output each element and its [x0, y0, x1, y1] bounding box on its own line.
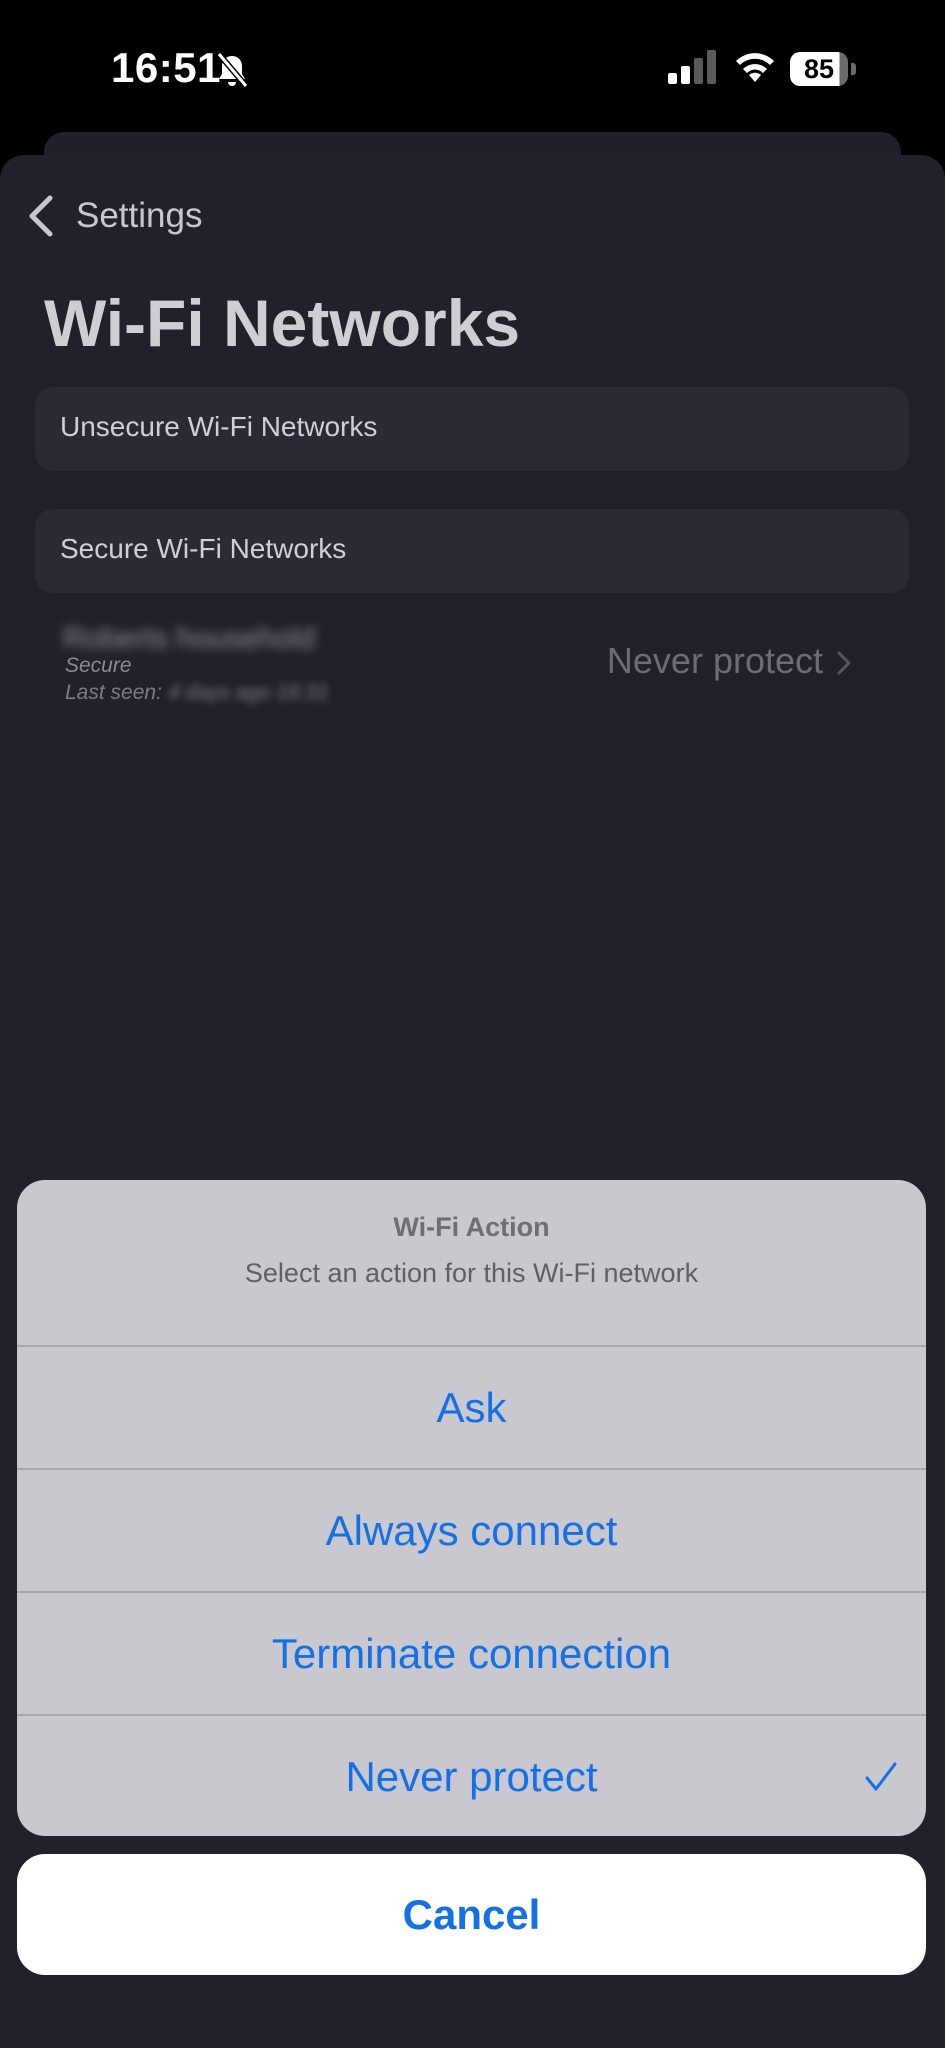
unsecure-networks-label: Unsecure Wi-Fi Networks [60, 411, 378, 442]
action-sheet-title: Wi-Fi Action [393, 1212, 550, 1242]
network-last-seen: Last seen: 4 days ago 16:31 [65, 681, 329, 705]
bell-slash-icon [216, 52, 249, 88]
battery-nub [851, 63, 856, 75]
network-action-value: Never protect [606, 640, 823, 681]
last-seen-label: Last seen: [65, 681, 162, 704]
cancel-button[interactable]: Cancel [17, 1854, 926, 1975]
wifi-icon [736, 53, 774, 82]
status-bar: 16:51 85 [0, 0, 945, 130]
page-title: Wi-Fi Networks [44, 286, 521, 360]
unsecure-networks-section[interactable]: Unsecure Wi-Fi Networks [35, 387, 909, 471]
signal-icon [668, 50, 716, 84]
secure-networks-label: Secure Wi-Fi Networks [60, 533, 347, 564]
action-sheet: Wi-Fi Action Select an action for this W… [17, 1180, 926, 1836]
checkmark-icon [865, 1762, 897, 1791]
action-sheet-header: Wi-Fi Action Select an action for this W… [17, 1180, 926, 1345]
back-button[interactable]: Settings [24, 188, 202, 244]
status-time: 16:51 [111, 44, 221, 91]
last-seen-value: 4 days ago 16:31 [167, 681, 329, 704]
network-status: Secure [65, 654, 132, 677]
secure-networks-section[interactable]: Secure Wi-Fi Networks [35, 509, 909, 593]
battery-level: 85 [790, 52, 848, 86]
chevron-right-icon [837, 651, 851, 675]
battery-icon: 85 [790, 52, 856, 86]
option-never-protect[interactable]: Never protect [17, 1716, 926, 1836]
option-terminate-connection[interactable]: Terminate connection [17, 1593, 926, 1714]
network-name: Roberts household [63, 622, 315, 655]
network-row[interactable]: Roberts household Secure Last seen: 4 da… [35, 610, 909, 715]
action-sheet-subtitle: Select an action for this Wi-Fi network [244, 1258, 699, 1288]
option-always-connect[interactable]: Always connect [17, 1470, 926, 1591]
chevron-left-icon [29, 195, 53, 237]
option-ask[interactable]: Ask [17, 1347, 926, 1468]
back-label: Settings [76, 196, 203, 235]
option-never-protect-label: Never protect [345, 1753, 598, 1800]
